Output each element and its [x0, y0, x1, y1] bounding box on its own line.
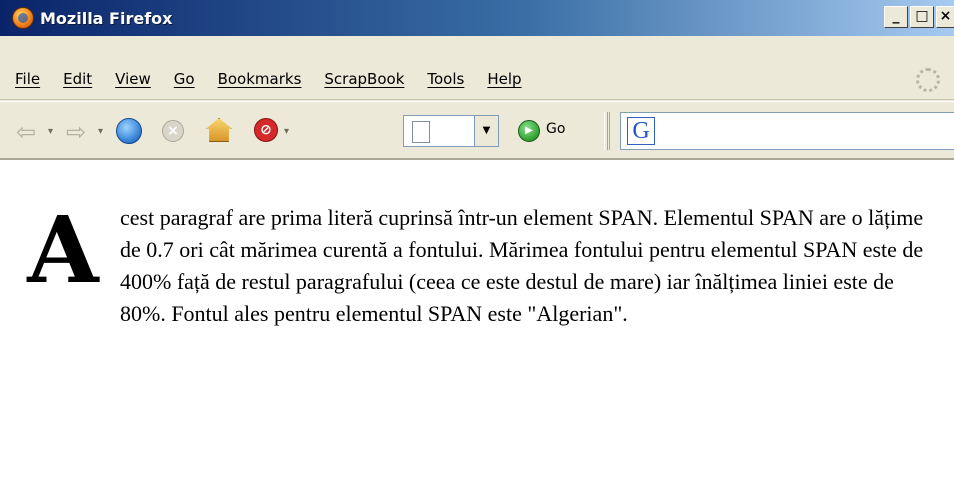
- go-icon[interactable]: ▶: [518, 120, 540, 142]
- menu-scrapbook[interactable]: ScrapBook: [324, 70, 404, 88]
- reload-icon[interactable]: [116, 118, 142, 144]
- throbber-icon: [916, 68, 940, 92]
- menu-bar: File Edit View Go Bookmarks ScrapBook To…: [0, 60, 954, 100]
- popup-block-icon[interactable]: ⊘: [254, 118, 278, 142]
- window-title: Mozilla Firefox: [40, 8, 173, 28]
- search-input[interactable]: G: [620, 112, 954, 150]
- menu-bookmarks[interactable]: Bookmarks: [218, 70, 302, 88]
- paragraph-text: cest paragraf are prima literă cuprinsă …: [120, 205, 924, 326]
- forward-icon[interactable]: ⇨: [66, 120, 86, 144]
- menu-edit[interactable]: Edit: [63, 70, 92, 88]
- maximize-button[interactable]: □: [910, 6, 934, 28]
- close-button[interactable]: ×: [936, 6, 954, 28]
- page-content: A cest paragraf are prima literă cuprins…: [0, 158, 954, 490]
- paragraph: A cest paragraf are prima literă cuprins…: [26, 202, 926, 330]
- page-select[interactable]: ▼: [403, 115, 499, 147]
- firefox-logo-icon: [12, 7, 34, 29]
- back-dropdown-icon[interactable]: ▾: [48, 120, 53, 144]
- minimize-button[interactable]: _: [884, 6, 908, 28]
- back-icon[interactable]: ⇦: [16, 120, 36, 144]
- popup-dropdown-icon[interactable]: ▾: [284, 120, 289, 144]
- menu-go[interactable]: Go: [174, 70, 195, 88]
- menu-file[interactable]: File: [15, 70, 40, 88]
- home-icon[interactable]: [206, 118, 232, 142]
- window-controls: _ □ ×: [884, 6, 954, 28]
- toolbar-grip[interactable]: [604, 112, 610, 150]
- page-icon: [412, 121, 430, 143]
- go-button[interactable]: Go: [546, 121, 565, 137]
- menu-view[interactable]: View: [115, 70, 151, 88]
- chevron-down-icon[interactable]: ▼: [474, 116, 498, 146]
- google-icon[interactable]: G: [627, 117, 655, 145]
- menu-tools[interactable]: Tools: [427, 70, 464, 88]
- stop-icon[interactable]: ×: [162, 120, 184, 142]
- forward-dropdown-icon[interactable]: ▾: [98, 120, 103, 144]
- title-bar: Mozilla Firefox _ □ ×: [0, 0, 954, 36]
- navigation-toolbar: ⇦ ▾ ⇨ ▾ × ⊘ ▾ ▼ ▶ Go G: [0, 101, 954, 157]
- menu-help[interactable]: Help: [487, 70, 521, 88]
- dropcap-letter: A: [27, 196, 99, 304]
